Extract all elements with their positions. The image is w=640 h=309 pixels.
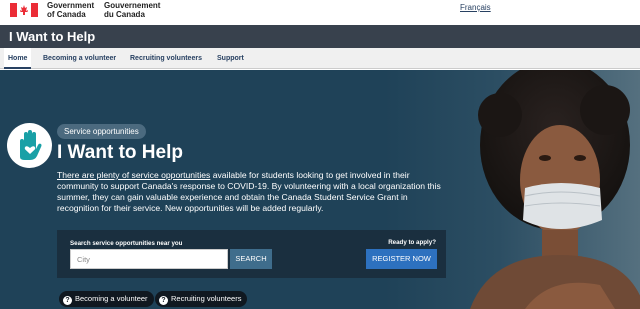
hero-photo: [470, 70, 640, 309]
main-nav: Home Becoming a volunteer Recruiting vol…: [0, 48, 640, 69]
gov-name-fr-line1: Gouvernement: [104, 1, 161, 10]
gov-name-fr-line2: du Canada: [104, 10, 145, 19]
gov-name-en-line2: of Canada: [47, 10, 86, 19]
faq-label: Becoming a volunteer: [75, 294, 148, 303]
raised-hand-heart-icon: [9, 125, 50, 166]
nav-item-recruiting-volunteers[interactable]: Recruiting volunteers: [126, 48, 206, 69]
hero-banner: Service opportunities I Want to Help The…: [0, 70, 640, 309]
government-name-fr[interactable]: Gouvernement du Canada: [104, 1, 160, 19]
question-icon: ?: [159, 296, 168, 305]
nav-item-becoming-volunteer[interactable]: Becoming a volunteer: [39, 48, 120, 69]
app-title[interactable]: I Want to Help: [9, 29, 95, 44]
government-header: Government of Canada Gouvernement du Can…: [0, 0, 640, 25]
search-label: Search service opportunities near you: [70, 240, 183, 247]
hero-description: There are plenty of service opportunitie…: [57, 170, 442, 214]
question-icon: ?: [63, 296, 72, 305]
gov-name-en-line1: Government: [47, 1, 95, 10]
search-panel: Search service opportunities near you SE…: [57, 230, 446, 278]
service-opportunities-link[interactable]: There are plenty of service opportunitie…: [57, 170, 210, 180]
city-search-input[interactable]: [70, 249, 228, 269]
government-name-en[interactable]: Government of Canada: [47, 1, 94, 19]
register-now-button[interactable]: REGISTER NOW: [366, 249, 437, 269]
search-button[interactable]: SEARCH: [230, 249, 272, 269]
service-opportunities-pill: Service opportunities: [57, 124, 146, 139]
hero-title: I Want to Help: [57, 142, 183, 163]
language-toggle-link[interactable]: Français: [460, 3, 491, 12]
hand-heart-logo: [7, 123, 52, 168]
becoming-volunteer-faq-button[interactable]: ? Becoming a volunteer: [59, 291, 154, 307]
canada-flag-icon: [10, 3, 38, 17]
faq-label: Recruiting volunteers: [171, 294, 242, 303]
nav-item-home[interactable]: Home: [4, 48, 32, 69]
nav-item-support[interactable]: Support: [213, 48, 248, 69]
app-title-bar: I Want to Help: [0, 25, 640, 48]
ready-to-apply-label: Ready to apply?: [388, 239, 436, 246]
recruiting-volunteers-faq-button[interactable]: ? Recruiting volunteers: [155, 291, 248, 307]
